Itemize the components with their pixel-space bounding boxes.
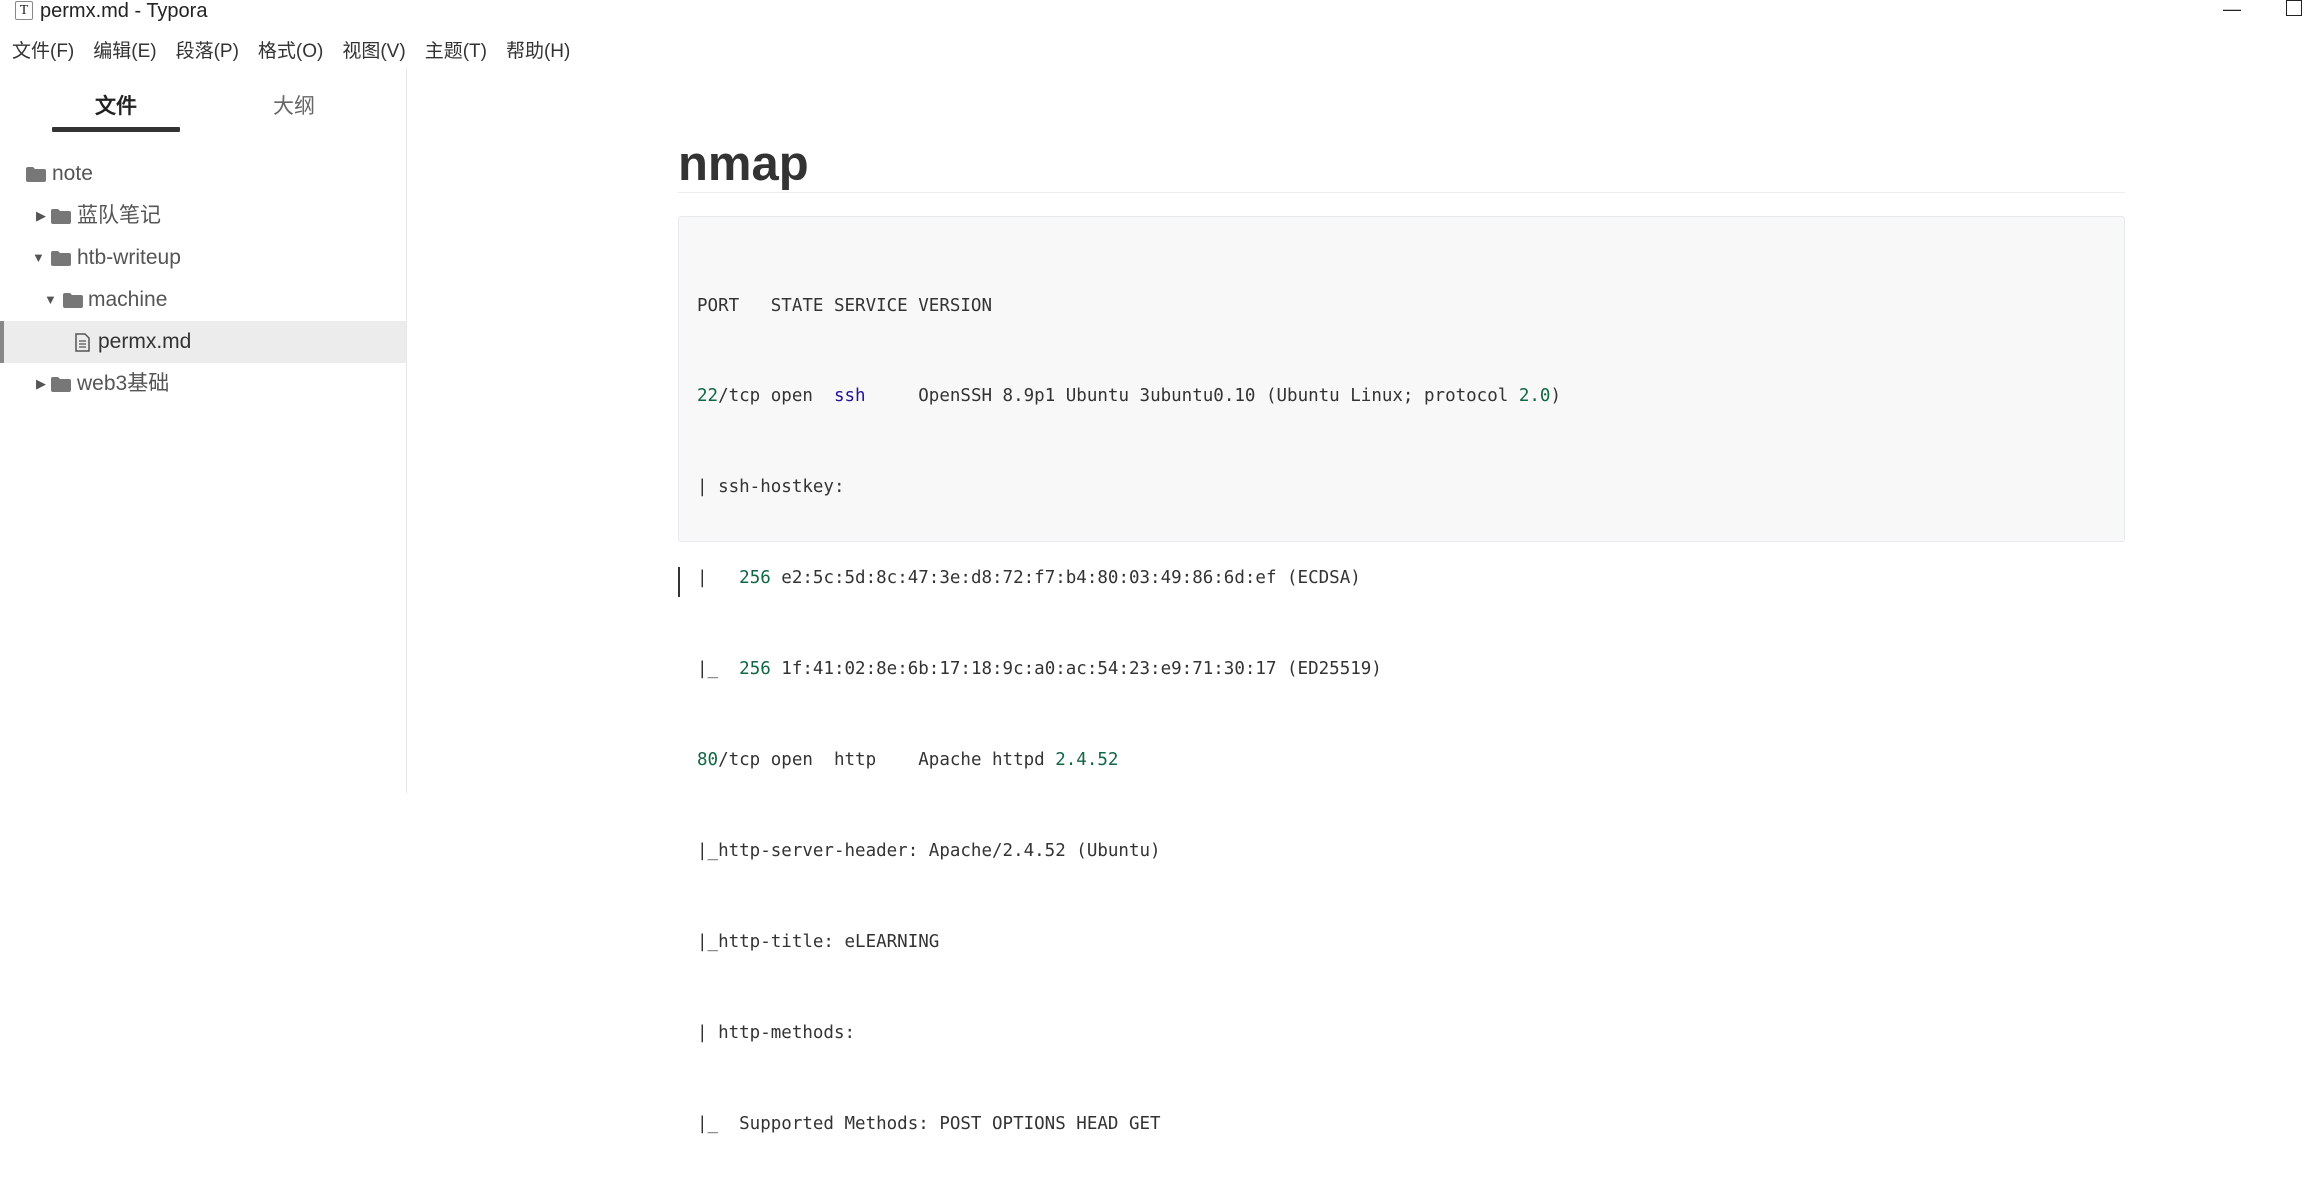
menu-bar: 文件(F) 编辑(E) 段落(P) 格式(O) 视图(V) 主题(T) 帮助(H… xyxy=(0,36,589,68)
code-line: | 256 e2:5c:5d:8c:47:3e:d8:72:f7:b4:80:0… xyxy=(697,568,1361,589)
expand-arrow-icon[interactable]: ▶ xyxy=(36,377,46,391)
tree-item-label: htb-writeup xyxy=(77,246,181,269)
tree-item-web3-basics[interactable]: ▶ web3基础 xyxy=(0,363,406,405)
menu-view[interactable]: 视图(V) xyxy=(342,36,405,68)
collapse-arrow-icon[interactable]: ▼ xyxy=(44,293,57,307)
tab-files[interactable]: 文件 xyxy=(52,93,180,121)
menu-help[interactable]: 帮助(H) xyxy=(506,36,570,68)
window-title: permx.md - Typora xyxy=(40,0,208,22)
maximize-icon[interactable] xyxy=(2286,0,2302,16)
typora-app-icon: T xyxy=(15,1,33,20)
expand-arrow-icon[interactable]: ▶ xyxy=(36,209,46,223)
tree-item-blue-team-notes[interactable]: ▶ 蓝队笔记 xyxy=(0,195,406,237)
text-cursor xyxy=(678,567,680,597)
menu-file[interactable]: 文件(F) xyxy=(12,36,74,68)
selection-indicator xyxy=(0,321,4,363)
tree-item-machine[interactable]: ▼ machine xyxy=(0,279,406,321)
tab-outline[interactable]: 大纲 xyxy=(230,93,358,121)
tree-item-label: web3基础 xyxy=(77,372,170,395)
active-tab-indicator xyxy=(52,127,180,132)
code-line: 22/tcp open ssh OpenSSH 8.9p1 Ubuntu 3ub… xyxy=(697,386,1561,407)
document-heading[interactable]: nmap xyxy=(678,132,809,196)
code-line: | http-methods: xyxy=(697,1022,866,1043)
file-icon xyxy=(75,333,90,352)
folder-icon xyxy=(26,167,46,182)
folder-icon xyxy=(51,251,71,266)
sidebar: 文件 大纲 note ▶ 蓝队笔记 ▼ htb-writeup ▼ machin… xyxy=(0,68,407,793)
collapse-arrow-icon[interactable]: ▼ xyxy=(32,251,45,265)
tree-item-label: 蓝队笔记 xyxy=(77,204,161,227)
code-line: 80/tcp open http Apache httpd 2.4.52 xyxy=(697,750,1119,771)
menu-themes[interactable]: 主题(T) xyxy=(425,36,487,68)
code-block[interactable]: PORT STATE SERVICE VERSION 22/tcp open s… xyxy=(678,216,2125,1134)
menu-format[interactable]: 格式(O) xyxy=(258,36,323,68)
tree-item-label: machine xyxy=(88,288,168,311)
file-tree: note ▶ 蓝队笔记 ▼ htb-writeup ▼ machine perm… xyxy=(0,153,406,405)
tree-item-note[interactable]: note xyxy=(0,153,406,195)
code-content[interactable]: PORT STATE SERVICE VERSION 22/tcp open s… xyxy=(697,230,1561,1200)
folder-icon xyxy=(51,377,71,392)
menu-edit[interactable]: 编辑(E) xyxy=(93,36,156,68)
folder-icon xyxy=(51,209,71,224)
menu-paragraph[interactable]: 段落(P) xyxy=(176,36,239,68)
code-line: |_ 256 1f:41:02:8e:6b:17:18:9c:a0:ac:54:… xyxy=(697,659,1382,680)
tree-item-permx-md[interactable]: permx.md xyxy=(0,321,406,363)
code-line: | ssh-hostkey: xyxy=(697,477,856,498)
code-line: |_http-title: eLEARNING xyxy=(697,931,940,952)
tree-item-label: note xyxy=(52,162,93,185)
code-line: |_http-server-header: Apache/2.4.52 (Ubu… xyxy=(697,840,1161,861)
tree-item-label: permx.md xyxy=(98,330,192,353)
folder-icon xyxy=(63,293,83,308)
title-bar: T permx.md - Typora — xyxy=(0,0,2310,22)
tree-item-htb-writeup[interactable]: ▼ htb-writeup xyxy=(0,237,406,279)
heading-underline xyxy=(678,192,2125,193)
minimize-icon[interactable]: — xyxy=(2212,0,2252,22)
code-line: PORT STATE SERVICE VERSION xyxy=(697,295,993,316)
code-line: |_ Supported Methods: POST OPTIONS HEAD … xyxy=(697,1113,1161,1134)
